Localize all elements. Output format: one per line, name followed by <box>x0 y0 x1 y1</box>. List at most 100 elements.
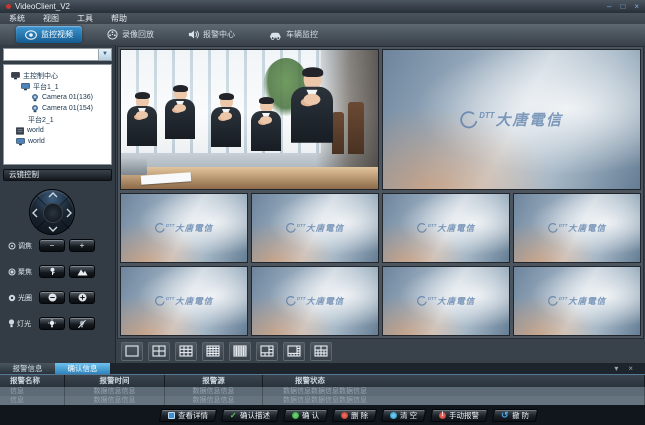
iris-label: 光圈 <box>8 293 35 303</box>
layout-4-button[interactable] <box>148 342 170 361</box>
col-alarm-name: 报警名称 <box>0 375 65 387</box>
light-on-button[interactable] <box>39 317 65 330</box>
bulb-off-icon <box>77 319 87 329</box>
layout-9-button[interactable] <box>175 342 197 361</box>
ptz-panel-header[interactable]: 云镜控制 <box>3 169 112 181</box>
view-details-button[interactable]: 查看详情 <box>159 409 217 422</box>
video-grid: DTT 大唐電信 DTT 大唐電信 DTT 大唐電信 <box>117 46 644 339</box>
clear-button[interactable]: 清 空 <box>381 409 426 422</box>
camera-icon <box>31 94 39 102</box>
crescent-logo-icon <box>155 223 165 233</box>
tab-alarm-info[interactable]: 报警信息 <box>0 363 55 374</box>
grid-6-icon <box>260 345 274 357</box>
video-feed-idle[interactable]: DTT 大唐電信 <box>382 193 510 263</box>
video-feed-idle[interactable]: DTT 大唐電信 <box>120 266 248 336</box>
menu-tools[interactable]: 工具 <box>77 13 93 24</box>
watermark: DTT 大唐電信 <box>514 267 640 335</box>
video-feed-idle[interactable]: DTT 大唐電信 <box>251 266 379 336</box>
watermark: DTT 大唐電信 <box>383 267 509 335</box>
close-button[interactable]: × <box>634 0 639 13</box>
video-feed-idle[interactable]: DTT 大唐電信 <box>513 266 641 336</box>
tree-item-camera-136[interactable]: Camera 01(136) <box>4 92 111 103</box>
arrow-right-icon[interactable] <box>66 207 72 219</box>
confirm-button[interactable]: 确 认 <box>283 409 328 422</box>
tree-item-world-2[interactable]: world <box>4 136 111 147</box>
tab-confirm-info[interactable]: 确认信息 <box>55 363 110 374</box>
panel-collapse-icon[interactable]: ▾ <box>614 363 618 374</box>
col-alarm-source: 报警源 <box>165 375 263 387</box>
maximize-button[interactable]: □ <box>620 0 625 13</box>
video-feed-idle[interactable]: DTT 大唐電信 <box>382 49 641 190</box>
menu-system[interactable]: 系统 <box>9 13 25 24</box>
server-icon <box>16 127 24 135</box>
tab-label: 车辆监控 <box>286 29 318 40</box>
bulb-on-icon <box>47 319 57 329</box>
video-feed-idle[interactable]: DTT 大唐電信 <box>382 266 510 336</box>
tree-item-control-center[interactable]: 主控制中心 <box>4 70 111 81</box>
grid-10-icon <box>314 345 328 357</box>
alarm-table-header: 报警名称 报警时间 报警源 报警状态 <box>0 375 645 387</box>
light-off-button[interactable] <box>69 317 95 330</box>
focus-far-button[interactable] <box>69 265 95 278</box>
arrow-left-icon[interactable] <box>32 207 38 219</box>
video-feed-main[interactable] <box>120 49 379 190</box>
zoom-out-button[interactable]: − <box>39 239 65 252</box>
menu-view[interactable]: 视图 <box>43 13 59 24</box>
watermark: DTT 大唐電信 <box>121 267 247 335</box>
watermark: DTT 大唐電信 <box>514 194 640 262</box>
flower-near-icon <box>48 267 57 276</box>
alarm-table-row[interactable]: 信息 数据信息信息 数据信息信息 数据信息数据信息数据信息 <box>0 387 645 396</box>
focus-near-button[interactable] <box>39 265 65 278</box>
tab-alarm-center[interactable]: 报警中心 <box>179 26 244 43</box>
iris-open-button[interactable] <box>69 291 95 304</box>
arrow-up-icon[interactable] <box>47 192 59 198</box>
device-search-combobox[interactable]: ▼ <box>3 48 112 61</box>
tab-label: 监控视频 <box>41 29 73 40</box>
video-feed-idle[interactable]: DTT 大唐電信 <box>251 193 379 263</box>
tree-item-platform2[interactable]: 平台2_1 <box>4 114 111 125</box>
layout-25-button[interactable] <box>229 342 251 361</box>
arrow-down-icon[interactable] <box>47 226 59 232</box>
tab-live-video[interactable]: 监控视频 <box>16 26 82 43</box>
details-icon <box>168 412 175 419</box>
title-bar: VideoClient_V2 – □ × <box>0 0 645 13</box>
manual-alarm-button[interactable]: ! 手动报警 <box>430 409 488 422</box>
delete-button[interactable]: 删 除 <box>332 409 377 422</box>
device-tree: 主控制中心 平台1_1 Camera 01(136) <box>3 64 112 165</box>
layout-8-button[interactable] <box>283 342 305 361</box>
combobox-value <box>4 49 98 60</box>
film-reel-icon <box>107 29 118 40</box>
chevron-down-icon[interactable]: ▼ <box>98 49 111 60</box>
speaker-icon <box>188 29 199 40</box>
minimize-button[interactable]: – <box>607 0 611 13</box>
video-feed-idle[interactable]: DTT 大唐電信 <box>513 193 641 263</box>
grid-25-icon <box>233 345 247 357</box>
crescent-logo-icon <box>417 296 427 306</box>
alarm-table-row[interactable]: 信息 数据信息信息 数据信息信息 数据信息数据信息数据信息 <box>0 396 645 405</box>
zoom-in-button[interactable]: + <box>69 239 95 252</box>
tree-item-platform1[interactable]: 平台1_1 <box>4 81 111 92</box>
tab-playback[interactable]: 录像回放 <box>98 26 163 43</box>
layout-16-button[interactable] <box>202 342 224 361</box>
alarm-tab-bar: 报警信息 确认信息 ▾ × <box>0 363 645 375</box>
computer-icon <box>16 138 25 146</box>
tree-item-camera-154[interactable]: Camera 01(154) <box>4 103 111 114</box>
watermark: DTT 大唐電信 <box>383 194 509 262</box>
iris-close-button[interactable] <box>39 291 65 304</box>
video-feed-idle[interactable]: DTT 大唐電信 <box>120 193 248 263</box>
layout-6-button[interactable] <box>256 342 278 361</box>
ptz-dpad[interactable] <box>29 189 75 235</box>
layout-1-button[interactable] <box>121 342 143 361</box>
crescent-logo-icon <box>417 223 427 233</box>
tab-vehicle-monitor[interactable]: 车辆监控 <box>260 26 327 43</box>
layout-10-button[interactable] <box>310 342 332 361</box>
confirm-description-button[interactable]: ✓ 确认描述 <box>221 409 279 422</box>
disarm-button[interactable]: ↺ 撤 防 <box>492 409 538 422</box>
ptz-center-button[interactable] <box>43 203 63 223</box>
crescent-logo-icon <box>548 296 558 306</box>
check-icon: ✓ <box>230 412 237 420</box>
iris-icon <box>8 294 16 302</box>
panel-close-icon[interactable]: × <box>628 363 633 374</box>
tree-item-world-1[interactable]: world <box>4 125 111 136</box>
menu-help[interactable]: 帮助 <box>111 13 127 24</box>
